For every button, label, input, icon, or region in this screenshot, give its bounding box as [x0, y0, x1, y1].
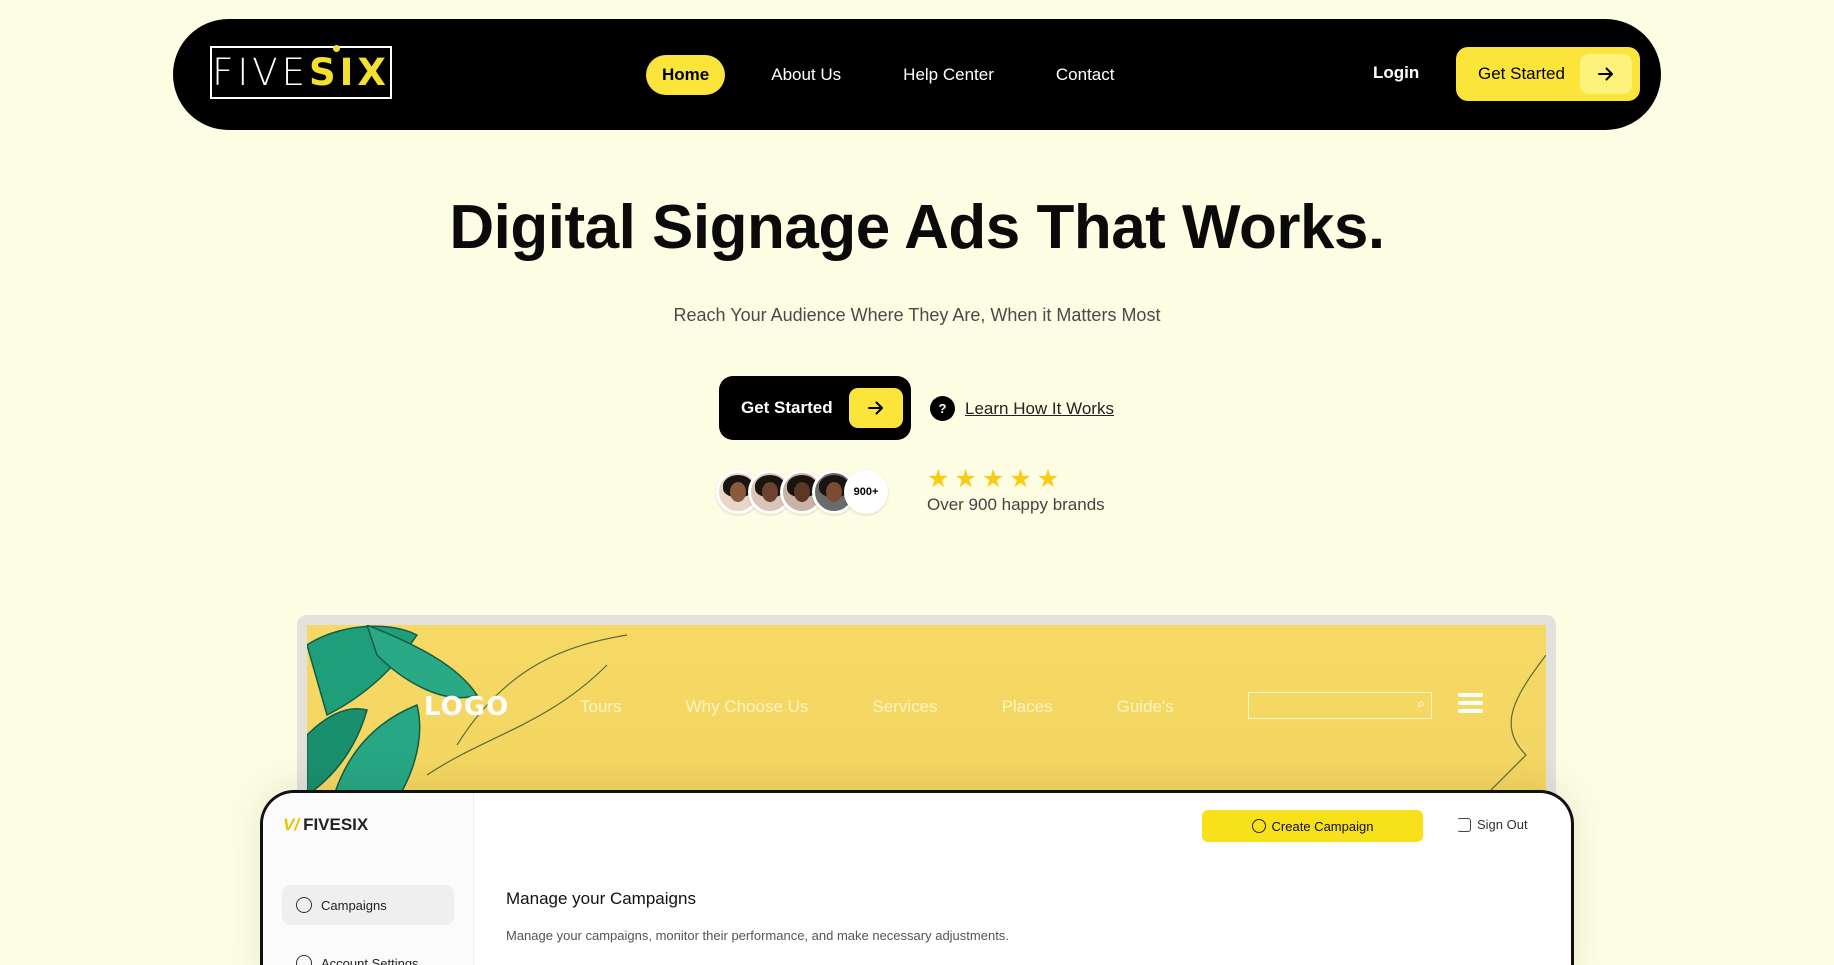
rating-block: ★ ★ ★ ★ ★ Over 900 happy brands	[927, 466, 1105, 515]
login-link[interactable]: Login	[1373, 63, 1419, 83]
site-search-box: ⌕	[1248, 692, 1432, 719]
site-link-why-choose-us: Why Choose Us	[685, 697, 809, 716]
top-navbar: FIVE SIX Home About Us Help Center Contac…	[173, 19, 1661, 130]
star-icon: ★	[927, 465, 950, 493]
site-link-places: Places	[1001, 697, 1053, 716]
sidebar-divider	[473, 793, 474, 965]
star-icon: ★	[954, 465, 977, 493]
customer-avatars: 900+	[716, 470, 888, 514]
settings-icon	[296, 955, 312, 965]
sidebar-item-label: Account Settings	[321, 955, 419, 965]
nav-help-center[interactable]: Help Center	[887, 55, 1010, 95]
site-nav-links: Tours Why Choose Us Services Places Guid…	[580, 697, 1238, 717]
dashboard-logo: V/ FIVESIX	[283, 815, 368, 835]
star-icon: ★	[981, 465, 1005, 493]
learn-how-it-works-link[interactable]: ? Learn How It Works	[930, 396, 1114, 421]
arrow-right-icon	[1580, 54, 1632, 94]
dashboard-preview: V/ FIVESIX Campaigns Account Settings Cr…	[260, 790, 1574, 965]
learn-how-label: Learn How It Works	[965, 398, 1114, 418]
hero-get-started-button[interactable]: Get Started	[719, 376, 911, 440]
create-campaign-button[interactable]: Create Campaign	[1202, 810, 1423, 842]
fivesix-logo[interactable]: FIVE SIX	[210, 45, 392, 99]
question-icon: ?	[930, 396, 955, 421]
hamburger-menu-icon	[1458, 693, 1483, 717]
arrow-right-icon	[849, 388, 903, 428]
nav-get-started-button[interactable]: Get Started	[1456, 47, 1640, 101]
site-link-guides: Guide's	[1116, 697, 1174, 716]
sidebar-item-label: Campaigns	[321, 897, 387, 913]
rating-text: Over 900 happy brands	[927, 495, 1105, 514]
campaign-icon	[1251, 819, 1266, 833]
nav-about-us[interactable]: About Us	[755, 55, 857, 95]
star-icon: ★	[1009, 465, 1032, 493]
nav-links: Home About Us Help Center Contact	[646, 55, 1160, 95]
sign-out-label: Sign Out	[1477, 817, 1528, 832]
site-link-tours: Tours	[580, 697, 622, 716]
nav-home[interactable]: Home	[646, 55, 726, 95]
hero-title: Digital Signage Ads That Works.	[449, 193, 1385, 262]
sign-out-icon	[1457, 817, 1471, 832]
dashboard-heading: Manage your Campaigns	[506, 889, 696, 908]
hero-subtitle: Reach Your Audience Where They Are, When…	[673, 305, 1161, 325]
nav-contact[interactable]: Contact	[1040, 55, 1131, 95]
sign-out-button[interactable]: Sign Out	[1457, 817, 1528, 832]
avatar-count-badge: 900+	[844, 470, 888, 514]
site-link-services: Services	[872, 697, 938, 716]
sidebar-item-account-settings[interactable]: Account Settings	[282, 943, 454, 965]
dashboard-sidebar: V/ FIVESIX Campaigns Account Settings	[263, 793, 473, 965]
site-logo: LOGO	[424, 692, 510, 722]
star-icon: ★	[1036, 465, 1060, 493]
nav-get-started-label: Get Started	[1478, 64, 1565, 83]
logo-mark-icon: V/	[283, 815, 300, 834]
star-rating: ★ ★ ★ ★ ★	[927, 466, 1105, 492]
logo-six: SIX	[308, 45, 390, 94]
hero-get-started-label: Get Started	[741, 398, 833, 417]
logo-five: FIVE	[212, 51, 309, 94]
campaign-icon	[296, 897, 312, 913]
search-icon: ⌕	[1417, 695, 1425, 711]
sidebar-item-campaigns[interactable]: Campaigns	[282, 885, 454, 925]
create-campaign-label: Create Campaign	[1271, 818, 1374, 834]
dashboard-description: Manage your campaigns, monitor their per…	[506, 928, 1009, 943]
dashboard-logo-text: FIVESIX	[303, 815, 369, 834]
